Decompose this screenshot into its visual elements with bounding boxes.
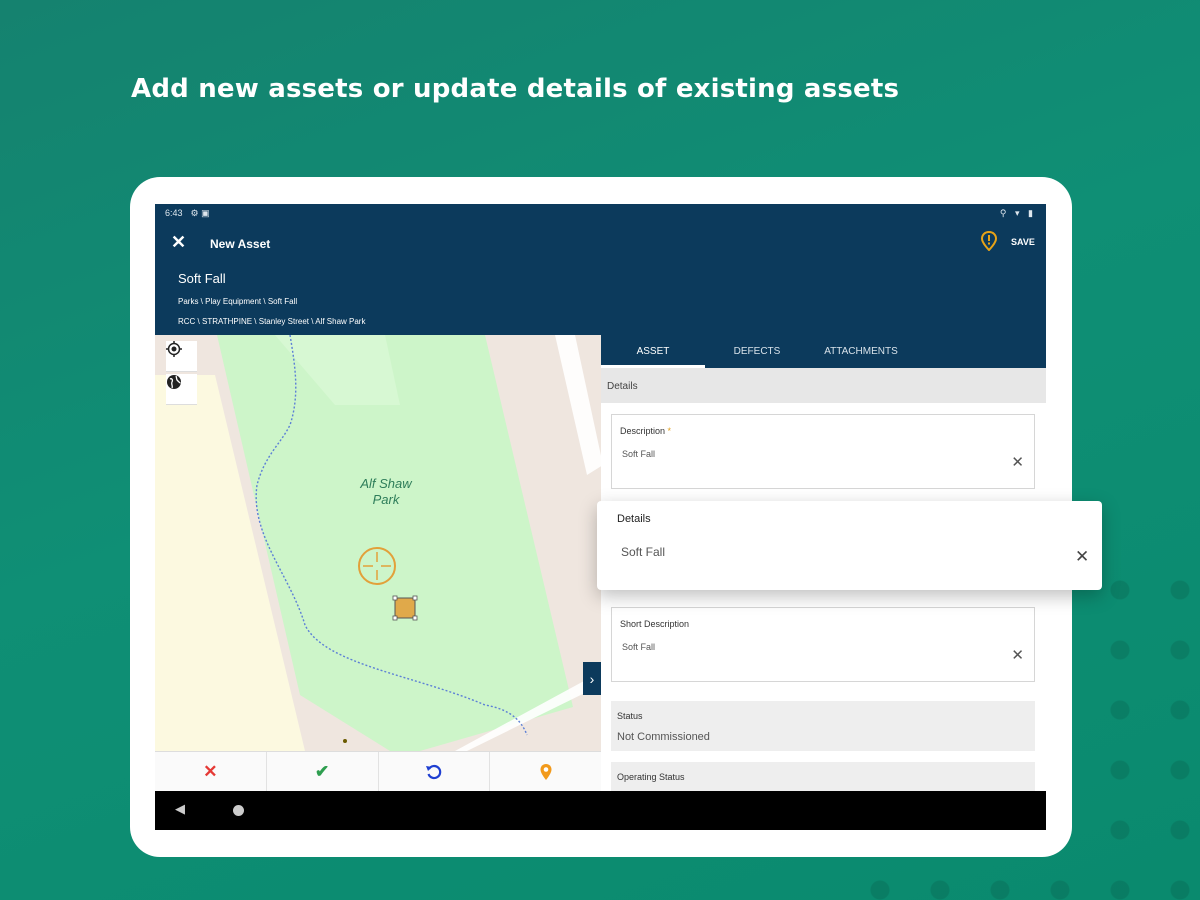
popup-value: Soft Fall — [621, 545, 666, 559]
status-left-icons: ⚙ ▣ — [190, 207, 210, 218]
map-view[interactable]: Alf Shaw Park › — [155, 335, 601, 751]
operating-status-label: Operating Status — [617, 772, 685, 782]
tab-asset[interactable]: ASSET — [601, 335, 705, 368]
description-label: Description * — [620, 426, 672, 436]
park-label: Alf Shaw Park — [360, 476, 412, 507]
short-description-value: Soft Fall — [622, 642, 656, 652]
page-headline: Add new assets or update details of exis… — [131, 74, 900, 104]
cancel-icon[interactable]: ✕ — [155, 752, 267, 791]
home-icon[interactable] — [233, 805, 244, 816]
status-label: Status — [617, 711, 643, 721]
status-value: Not Commissioned — [617, 731, 710, 743]
tab-attachments[interactable]: ATTACHMENTS — [809, 335, 913, 368]
tab-bar: ASSET DEFECTS ATTACHMENTS — [601, 335, 1046, 368]
details-popup[interactable]: Details Soft Fall ✕ — [597, 501, 1102, 590]
close-icon[interactable]: ✕ — [171, 232, 186, 253]
android-nav-bar: ◀ — [155, 791, 1046, 830]
description-value: Soft Fall — [622, 449, 656, 459]
short-description-field[interactable]: Short Description Soft Fall ✕ — [611, 607, 1035, 682]
save-button[interactable]: SAVE — [1011, 237, 1035, 247]
my-location-icon[interactable] — [166, 341, 197, 372]
clear-icon[interactable]: ✕ — [1075, 547, 1089, 567]
operating-status-field: Operating Status — [611, 762, 1035, 791]
accept-icon[interactable]: ✔ — [267, 752, 379, 791]
crosshair-icon — [358, 547, 396, 585]
required-marker: * — [667, 426, 672, 436]
popup-label: Details — [617, 513, 651, 525]
map-canvas — [155, 335, 601, 751]
tab-defects[interactable]: DEFECTS — [705, 335, 809, 368]
status-bar: 6:43 ⚙ ▣ ⚲ ▾ ▮ — [155, 204, 1046, 222]
clear-icon[interactable]: ✕ — [1011, 646, 1024, 664]
map-marker-warning-icon[interactable] — [979, 230, 999, 256]
back-icon[interactable]: ◀ — [175, 801, 185, 817]
undo-icon[interactable] — [379, 752, 491, 791]
chevron-right-icon[interactable]: › — [583, 662, 601, 695]
location-path: RCC \ STRATHPINE \ Stanley Street \ Alf … — [178, 317, 366, 326]
status-time: 6:43 — [165, 208, 183, 218]
asset-name: Soft Fall — [178, 271, 226, 286]
short-description-label: Short Description — [620, 619, 690, 629]
pin-icon[interactable] — [490, 752, 601, 791]
category-path: Parks \ Play Equipment \ Soft Fall — [178, 297, 298, 306]
app-bar: ✕ New Asset SAVE Soft Fall Parks \ Play … — [155, 222, 1046, 335]
asset-marker-icon[interactable] — [392, 595, 418, 621]
app-title: New Asset — [210, 237, 271, 251]
details-section-header: Details — [601, 368, 1046, 403]
globe-icon[interactable] — [166, 374, 197, 405]
clear-icon[interactable]: ✕ — [1011, 453, 1024, 471]
status-field: Status Not Commissioned — [611, 701, 1035, 751]
map-toolbar: ✕ ✔ — [155, 751, 601, 791]
status-system-icons: ⚲ ▾ ▮ — [999, 207, 1036, 218]
description-field[interactable]: Description * Soft Fall ✕ — [611, 414, 1035, 489]
